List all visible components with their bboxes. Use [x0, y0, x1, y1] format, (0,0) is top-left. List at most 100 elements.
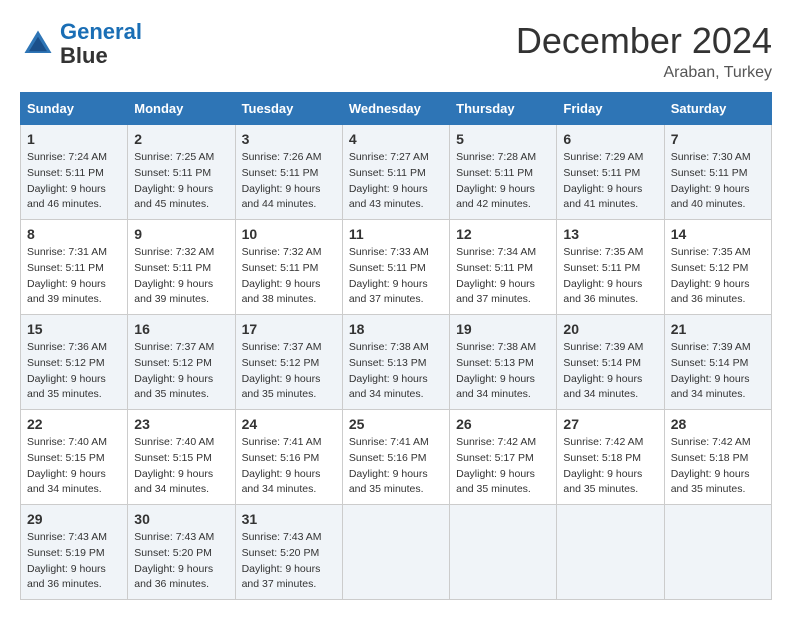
calendar-cell: 24Sunrise: 7:41 AMSunset: 5:16 PMDayligh…: [235, 410, 342, 505]
day-number: 22: [27, 416, 121, 432]
day-info: Sunrise: 7:25 AMSunset: 5:11 PMDaylight:…: [134, 150, 228, 213]
calendar-cell: 12 Sunrise: 7:34 AMSunset: 5:11 PMDayligh…: [450, 220, 557, 315]
col-header-sunday: Sunday: [21, 93, 128, 125]
calendar-cell: 26 Sunrise: 7:42 AMSunset: 5:17 PMDayligh…: [450, 410, 557, 505]
day-info: Sunrise: 7:43 AMSunset: 5:20 PMDaylight:…: [242, 530, 336, 593]
col-header-wednesday: Wednesday: [342, 93, 449, 125]
day-number: 2: [134, 131, 228, 147]
calendar-cell: [450, 505, 557, 600]
day-info: Sunrise: 7:26 AMSunset: 5:11 PMDaylight:…: [242, 150, 336, 213]
day-number: 23: [134, 416, 228, 432]
day-info: Sunrise: 7:35 AMSunset: 5:12 PMDaylight:…: [671, 245, 765, 308]
day-info: Sunrise: 7:38 AMSunset: 5:13 PMDaylight:…: [349, 340, 443, 403]
calendar-cell: 19 Sunrise: 7:38 AMSunset: 5:13 PMDayligh…: [450, 315, 557, 410]
title-section: December 2024 Araban, Turkey: [516, 20, 772, 82]
day-number: 1: [27, 131, 121, 147]
day-number: 24: [242, 416, 336, 432]
day-info: Sunrise: 7:42 AMSunset: 5:17 PMDaylight:…: [456, 435, 550, 498]
day-info: Sunrise: 7:43 AMSunset: 5:19 PMDaylight:…: [27, 530, 121, 593]
col-header-tuesday: Tuesday: [235, 93, 342, 125]
day-info: Sunrise: 7:38 AMSunset: 5:13 PMDaylight:…: [456, 340, 550, 403]
calendar-week-row: 29 Sunrise: 7:43 AMSunset: 5:19 PMDayligh…: [21, 505, 772, 600]
calendar-week-row: 22 Sunrise: 7:40 AMSunset: 5:15 PMDayligh…: [21, 410, 772, 505]
calendar-cell: 8 Sunrise: 7:31 AMSunset: 5:11 PMDaylight…: [21, 220, 128, 315]
day-number: 30: [134, 511, 228, 527]
day-number: 3: [242, 131, 336, 147]
day-info: Sunrise: 7:34 AMSunset: 5:11 PMDaylight:…: [456, 245, 550, 308]
day-number: 26: [456, 416, 550, 432]
col-header-monday: Monday: [128, 93, 235, 125]
calendar-header-row: SundayMondayTuesdayWednesdayThursdayFrid…: [21, 93, 772, 125]
day-info: Sunrise: 7:43 AMSunset: 5:20 PMDaylight:…: [134, 530, 228, 593]
calendar-cell: 3 Sunrise: 7:26 AMSunset: 5:11 PMDaylight…: [235, 125, 342, 220]
calendar-cell: [342, 505, 449, 600]
calendar-cell: 25Sunrise: 7:41 AMSunset: 5:16 PMDayligh…: [342, 410, 449, 505]
day-number: 12: [456, 226, 550, 242]
calendar-cell: 20 Sunrise: 7:39 AMSunset: 5:14 PMDayligh…: [557, 315, 664, 410]
calendar-cell: [664, 505, 771, 600]
day-number: 8: [27, 226, 121, 242]
calendar-cell: 23 Sunrise: 7:40 AMSunset: 5:15 PMDayligh…: [128, 410, 235, 505]
calendar-week-row: 1Sunrise: 7:24 AMSunset: 5:11 PMDaylight…: [21, 125, 772, 220]
day-number: 31: [242, 511, 336, 527]
day-info: Sunrise: 7:33 AMSunset: 5:11 PMDaylight:…: [349, 245, 443, 308]
day-number: 5: [456, 131, 550, 147]
day-number: 4: [349, 131, 443, 147]
day-number: 7: [671, 131, 765, 147]
logo-text: GeneralBlue: [60, 20, 142, 68]
logo-icon: [20, 26, 56, 62]
day-number: 29: [27, 511, 121, 527]
logo: GeneralBlue: [20, 20, 142, 68]
calendar-cell: 5 Sunrise: 7:28 AMSunset: 5:11 PMDaylight…: [450, 125, 557, 220]
calendar-cell: 31 Sunrise: 7:43 AMSunset: 5:20 PMDayligh…: [235, 505, 342, 600]
day-number: 19: [456, 321, 550, 337]
calendar-cell: 21 Sunrise: 7:39 AMSunset: 5:14 PMDayligh…: [664, 315, 771, 410]
day-number: 6: [563, 131, 657, 147]
day-number: 17: [242, 321, 336, 337]
day-number: 13: [563, 226, 657, 242]
day-info: Sunrise: 7:39 AMSunset: 5:14 PMDaylight:…: [563, 340, 657, 403]
day-info: Sunrise: 7:30 AMSunset: 5:11 PMDaylight:…: [671, 150, 765, 213]
day-info: Sunrise: 7:35 AMSunset: 5:11 PMDaylight:…: [563, 245, 657, 308]
day-info: Sunrise: 7:41 AMSunset: 5:16 PMDaylight:…: [349, 435, 443, 498]
location: Araban, Turkey: [516, 64, 772, 82]
day-info: Sunrise: 7:39 AMSunset: 5:14 PMDaylight:…: [671, 340, 765, 403]
day-info: Sunrise: 7:37 AMSunset: 5:12 PMDaylight:…: [134, 340, 228, 403]
day-info: Sunrise: 7:31 AMSunset: 5:11 PMDaylight:…: [27, 245, 121, 308]
day-info: Sunrise: 7:32 AMSunset: 5:11 PMDaylight:…: [134, 245, 228, 308]
day-info: Sunrise: 7:42 AMSunset: 5:18 PMDaylight:…: [563, 435, 657, 498]
day-info: Sunrise: 7:42 AMSunset: 5:18 PMDaylight:…: [671, 435, 765, 498]
day-number: 9: [134, 226, 228, 242]
day-number: 20: [563, 321, 657, 337]
calendar-cell: 15 Sunrise: 7:36 AMSunset: 5:12 PMDayligh…: [21, 315, 128, 410]
day-number: 28: [671, 416, 765, 432]
calendar-cell: 27Sunrise: 7:42 AMSunset: 5:18 PMDayligh…: [557, 410, 664, 505]
day-number: 16: [134, 321, 228, 337]
day-info: Sunrise: 7:27 AMSunset: 5:11 PMDaylight:…: [349, 150, 443, 213]
page-header: GeneralBlue December 2024 Araban, Turkey: [20, 20, 772, 82]
day-number: 10: [242, 226, 336, 242]
calendar-cell: 6Sunrise: 7:29 AMSunset: 5:11 PMDaylight…: [557, 125, 664, 220]
day-info: Sunrise: 7:37 AMSunset: 5:12 PMDaylight:…: [242, 340, 336, 403]
month-title: December 2024: [516, 20, 772, 62]
calendar-cell: 10Sunrise: 7:32 AMSunset: 5:11 PMDayligh…: [235, 220, 342, 315]
day-number: 15: [27, 321, 121, 337]
calendar-table: SundayMondayTuesdayWednesdayThursdayFrid…: [20, 92, 772, 600]
day-info: Sunrise: 7:40 AMSunset: 5:15 PMDaylight:…: [27, 435, 121, 498]
calendar-cell: 17 Sunrise: 7:37 AMSunset: 5:12 PMDayligh…: [235, 315, 342, 410]
col-header-saturday: Saturday: [664, 93, 771, 125]
day-info: Sunrise: 7:36 AMSunset: 5:12 PMDaylight:…: [27, 340, 121, 403]
calendar-cell: 2 Sunrise: 7:25 AMSunset: 5:11 PMDaylight…: [128, 125, 235, 220]
calendar-cell: 30 Sunrise: 7:43 AMSunset: 5:20 PMDayligh…: [128, 505, 235, 600]
day-info: Sunrise: 7:28 AMSunset: 5:11 PMDaylight:…: [456, 150, 550, 213]
calendar-cell: 22 Sunrise: 7:40 AMSunset: 5:15 PMDayligh…: [21, 410, 128, 505]
calendar-week-row: 8 Sunrise: 7:31 AMSunset: 5:11 PMDaylight…: [21, 220, 772, 315]
day-info: Sunrise: 7:40 AMSunset: 5:15 PMDaylight:…: [134, 435, 228, 498]
calendar-cell: 9 Sunrise: 7:32 AMSunset: 5:11 PMDaylight…: [128, 220, 235, 315]
calendar-cell: 28 Sunrise: 7:42 AMSunset: 5:18 PMDayligh…: [664, 410, 771, 505]
calendar-cell: 1Sunrise: 7:24 AMSunset: 5:11 PMDaylight…: [21, 125, 128, 220]
col-header-thursday: Thursday: [450, 93, 557, 125]
day-number: 21: [671, 321, 765, 337]
calendar-cell: [557, 505, 664, 600]
calendar-cell: 29 Sunrise: 7:43 AMSunset: 5:19 PMDayligh…: [21, 505, 128, 600]
